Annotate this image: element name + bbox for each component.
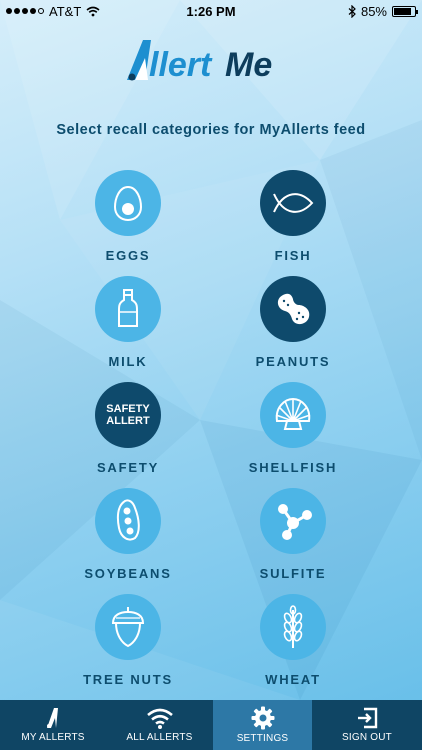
category-label: PEANUTS	[255, 354, 331, 369]
gear-icon	[251, 706, 274, 730]
category-circle[interactable]	[95, 594, 161, 660]
category-grid: EGGS FISH MILK PEANUTS SAFETY ALLERT SAF…	[0, 0, 422, 700]
shell-icon	[275, 397, 311, 430]
category-sulfite[interactable]: SULFITE	[228, 488, 358, 581]
tab-bar: MY ALLERTS ALL ALLERTS SETTINGS SIGN OUT	[0, 700, 422, 750]
my-allerts-logo-icon	[47, 708, 58, 728]
category-circle[interactable]	[95, 276, 161, 342]
fish-icon	[273, 193, 314, 213]
tab-label: SETTINGS	[236, 733, 289, 744]
category-label: FISH	[274, 248, 312, 263]
tab-all-allerts[interactable]: ALL ALLERTS	[106, 700, 213, 750]
safety-icon-line-1: SAFETY	[106, 403, 150, 415]
soybean-icon	[116, 499, 140, 541]
category-circle[interactable]	[260, 488, 326, 554]
category-label: SAFETY	[96, 460, 160, 475]
category-circle[interactable]	[260, 276, 326, 342]
tab-label: ALL ALLERTS	[126, 732, 193, 743]
acorn-icon	[111, 607, 145, 648]
safety-icon-line-2: ALLERT	[106, 415, 150, 427]
sign-out-icon	[358, 707, 378, 729]
category-circle[interactable]	[260, 594, 326, 660]
category-label: SOYBEANS	[84, 566, 172, 581]
category-label: TREE NUTS	[83, 672, 173, 687]
molecule-icon	[278, 504, 312, 540]
tab-my-allerts[interactable]: MY ALLERTS	[0, 700, 106, 750]
category-circle[interactable]	[95, 488, 161, 554]
category-circle[interactable]	[95, 170, 161, 236]
category-circle[interactable]	[260, 170, 326, 236]
category-label: MILK	[108, 354, 148, 369]
category-tree-nuts[interactable]: TREE NUTS	[63, 594, 193, 687]
egg-icon	[113, 185, 143, 222]
category-circle[interactable]: SAFETY ALLERT	[95, 382, 161, 448]
tab-label: MY ALLERTS	[21, 732, 85, 743]
category-label: WHEAT	[265, 672, 321, 687]
category-soybeans[interactable]: SOYBEANS	[63, 488, 193, 581]
category-fish[interactable]: FISH	[228, 170, 358, 263]
category-milk[interactable]: MILK	[63, 276, 193, 369]
wifi-broadcast-icon	[146, 708, 173, 729]
category-label: SHELLFISH	[248, 460, 338, 475]
tab-settings[interactable]: SETTINGS	[213, 700, 312, 750]
peanut-icon	[277, 293, 310, 325]
category-safety[interactable]: SAFETY ALLERT SAFETY	[63, 382, 193, 475]
category-wheat[interactable]: WHEAT	[228, 594, 358, 687]
safety-alert-icon: SAFETY ALLERT	[106, 403, 149, 427]
tab-sign-out[interactable]: SIGN OUT	[312, 700, 422, 750]
category-shellfish[interactable]: SHELLFISH	[228, 382, 358, 475]
category-circle[interactable]	[260, 382, 326, 448]
category-label: EGGS	[105, 248, 151, 263]
category-eggs[interactable]: EGGS	[63, 170, 193, 263]
milk-bottle-icon	[118, 289, 138, 327]
tab-label: SIGN OUT	[342, 732, 392, 743]
category-peanuts[interactable]: PEANUTS	[228, 276, 358, 369]
wheat-icon	[283, 605, 303, 648]
category-label: SULFITE	[259, 566, 327, 581]
